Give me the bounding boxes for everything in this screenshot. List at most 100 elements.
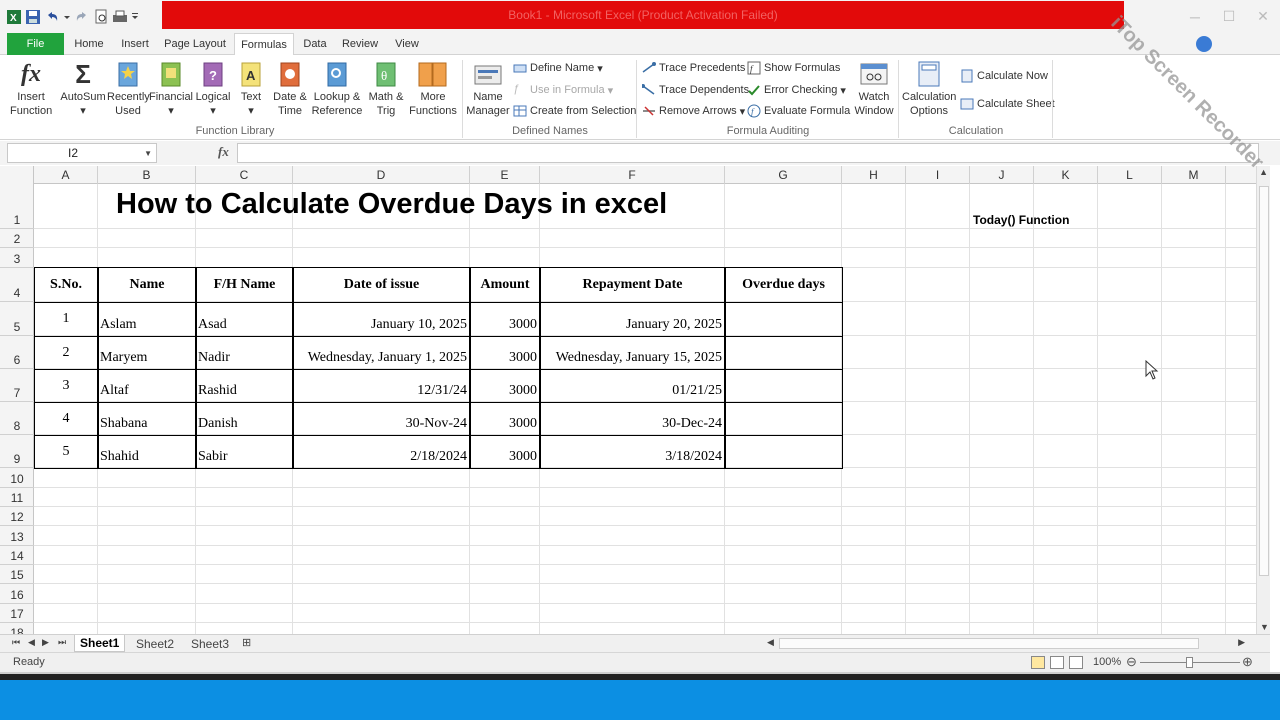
- define-name-button[interactable]: Define Name ▾: [513, 58, 603, 78]
- horizontal-scrollbar[interactable]: ◀ ▶: [765, 636, 1249, 651]
- table-cell[interactable]: Nadir: [198, 350, 230, 366]
- tab-file[interactable]: File: [7, 33, 64, 55]
- zoom-out-icon[interactable]: ⊖: [1126, 654, 1137, 670]
- table-cell[interactable]: 4: [34, 411, 98, 427]
- calculate-sheet-button[interactable]: Calculate Sheet: [960, 94, 1055, 114]
- table-cell[interactable]: Sabir: [198, 449, 228, 465]
- table-cell[interactable]: Altaf: [100, 383, 129, 399]
- minimize-button[interactable]: ─: [1178, 0, 1212, 33]
- table-cell[interactable]: Rashid: [198, 383, 237, 399]
- column-header-k[interactable]: K: [1034, 166, 1098, 184]
- error-checking-button[interactable]: Error Checking ▾: [747, 80, 846, 100]
- tab-review[interactable]: Review: [336, 33, 384, 55]
- tab-home[interactable]: Home: [68, 33, 110, 55]
- table-cell[interactable]: 3: [34, 378, 98, 394]
- table-cell[interactable]: Wednesday, January 1, 2025: [293, 350, 467, 366]
- table-cell[interactable]: Aslam: [100, 317, 137, 333]
- lookup-reference-button[interactable]: Lookup & Reference: [311, 58, 363, 124]
- sheet-tab-sheet3[interactable]: Sheet3: [191, 635, 229, 652]
- tab-view[interactable]: View: [388, 33, 426, 55]
- vertical-scrollbar[interactable]: ▲ ▼: [1256, 166, 1270, 634]
- create-from-selection-button[interactable]: Create from Selection: [513, 101, 636, 121]
- scroll-right-icon[interactable]: ▶: [1238, 637, 1245, 648]
- row-header-12[interactable]: 12: [0, 507, 34, 526]
- row-header-3[interactable]: 3: [0, 248, 34, 268]
- name-manager-button[interactable]: Name Manager: [466, 58, 510, 124]
- chevron-down-icon[interactable]: ▼: [144, 149, 152, 158]
- row-header-15[interactable]: 15: [0, 565, 34, 584]
- autosum-button[interactable]: Σ AutoSum ▾: [60, 58, 105, 124]
- table-cell[interactable]: 30-Nov-24: [293, 416, 467, 432]
- row-header-1[interactable]: 1: [0, 184, 34, 229]
- table-cell[interactable]: 3000: [470, 416, 537, 432]
- scroll-down-icon[interactable]: ▼: [1260, 622, 1269, 632]
- row-header-13[interactable]: 13: [0, 526, 34, 546]
- maximize-button[interactable]: ☐: [1212, 0, 1246, 33]
- evaluate-formula-button[interactable]: f Evaluate Formula: [747, 101, 850, 121]
- excel-logo-icon[interactable]: X: [6, 9, 22, 25]
- row-header-6[interactable]: 6: [0, 336, 34, 369]
- watch-window-button[interactable]: Watch Window: [854, 58, 894, 124]
- row-header-17[interactable]: 17: [0, 604, 34, 623]
- table-cell[interactable]: 3000: [470, 383, 537, 399]
- table-header-cell[interactable]: Overdue days: [725, 277, 842, 293]
- column-header-l[interactable]: L: [1098, 166, 1162, 184]
- table-cell[interactable]: 3000: [470, 317, 537, 333]
- column-header-m[interactable]: M: [1162, 166, 1226, 184]
- column-header-a[interactable]: A: [34, 166, 98, 184]
- more-functions-button[interactable]: More Functions: [408, 58, 458, 124]
- table-cell[interactable]: Wednesday, January 15, 2025: [540, 350, 722, 366]
- first-sheet-icon[interactable]: ⏮: [12, 637, 20, 648]
- row-header-10[interactable]: 10: [0, 468, 34, 488]
- row-header-2[interactable]: 2: [0, 229, 34, 248]
- trace-dependents-button[interactable]: Trace Dependents: [641, 80, 749, 100]
- insert-function-icon[interactable]: fx: [218, 144, 229, 160]
- name-box[interactable]: I2 ▼: [7, 143, 157, 163]
- zoom-slider-thumb[interactable]: [1186, 657, 1193, 668]
- table-header-cell[interactable]: S.No.: [34, 277, 98, 293]
- calculation-options-button[interactable]: Calculation Options: [902, 58, 956, 124]
- column-header-g[interactable]: G: [725, 166, 842, 184]
- save-icon[interactable]: [25, 9, 41, 25]
- table-cell[interactable]: Danish: [198, 416, 238, 432]
- page-break-view-icon[interactable]: [1069, 656, 1083, 669]
- row-header-16[interactable]: 16: [0, 584, 34, 604]
- today-function-label[interactable]: Today() Function: [973, 213, 1069, 227]
- redo-icon[interactable]: [74, 9, 90, 25]
- table-cell[interactable]: 2: [34, 345, 98, 361]
- tab-page-layout[interactable]: Page Layout: [160, 33, 230, 55]
- table-cell[interactable]: Maryem: [100, 350, 147, 366]
- dropdown-arrow-icon[interactable]: [63, 9, 71, 25]
- table-cell[interactable]: 01/21/25: [540, 383, 722, 399]
- page-layout-view-icon[interactable]: [1050, 656, 1064, 669]
- date-time-button[interactable]: Date & Time: [270, 58, 310, 124]
- zoom-in-icon[interactable]: ⊕: [1242, 654, 1253, 670]
- show-formulas-button[interactable]: f Show Formulas: [747, 58, 840, 78]
- tab-insert[interactable]: Insert: [114, 33, 156, 55]
- remove-arrows-button[interactable]: Remove Arrows ▾: [642, 101, 745, 121]
- close-button[interactable]: ✕: [1246, 0, 1280, 33]
- tab-formulas[interactable]: Formulas: [234, 33, 294, 56]
- table-cell[interactable]: Shahid: [100, 449, 139, 465]
- table-cell[interactable]: 5: [34, 444, 98, 460]
- text-functions-button[interactable]: A Text ▾: [236, 58, 266, 124]
- worksheet-grid[interactable]: ABCDEFGHIJKLM 1 2 3 4 5 6 7 8 9 10 11 12 13 14 15 16 17 1…: [0, 166, 1256, 634]
- table-header-cell[interactable]: Name: [98, 277, 196, 293]
- math-trig-button[interactable]: θ Math & Trig: [366, 58, 406, 124]
- table-cell[interactable]: 30-Dec-24: [540, 416, 722, 432]
- row-header-7[interactable]: 7: [0, 369, 34, 402]
- insert-function-button[interactable]: fx Insert Function: [10, 58, 52, 124]
- row-header-18[interactable]: 18: [0, 623, 34, 634]
- table-cell[interactable]: January 20, 2025: [540, 317, 722, 333]
- formula-input[interactable]: [237, 143, 1259, 163]
- table-header-cell[interactable]: F/H Name: [196, 277, 293, 293]
- table-cell[interactable]: 3000: [470, 350, 537, 366]
- column-header-h[interactable]: H: [842, 166, 906, 184]
- split-handle-icon[interactable]: ▲: [1259, 167, 1268, 177]
- row-header-14[interactable]: 14: [0, 546, 34, 565]
- column-header-b[interactable]: B: [98, 166, 196, 184]
- help-icon[interactable]: [1196, 36, 1212, 52]
- print-preview-icon[interactable]: [93, 9, 109, 25]
- trace-precedents-button[interactable]: Trace Precedents: [642, 58, 745, 78]
- zoom-level[interactable]: 100%: [1093, 656, 1121, 668]
